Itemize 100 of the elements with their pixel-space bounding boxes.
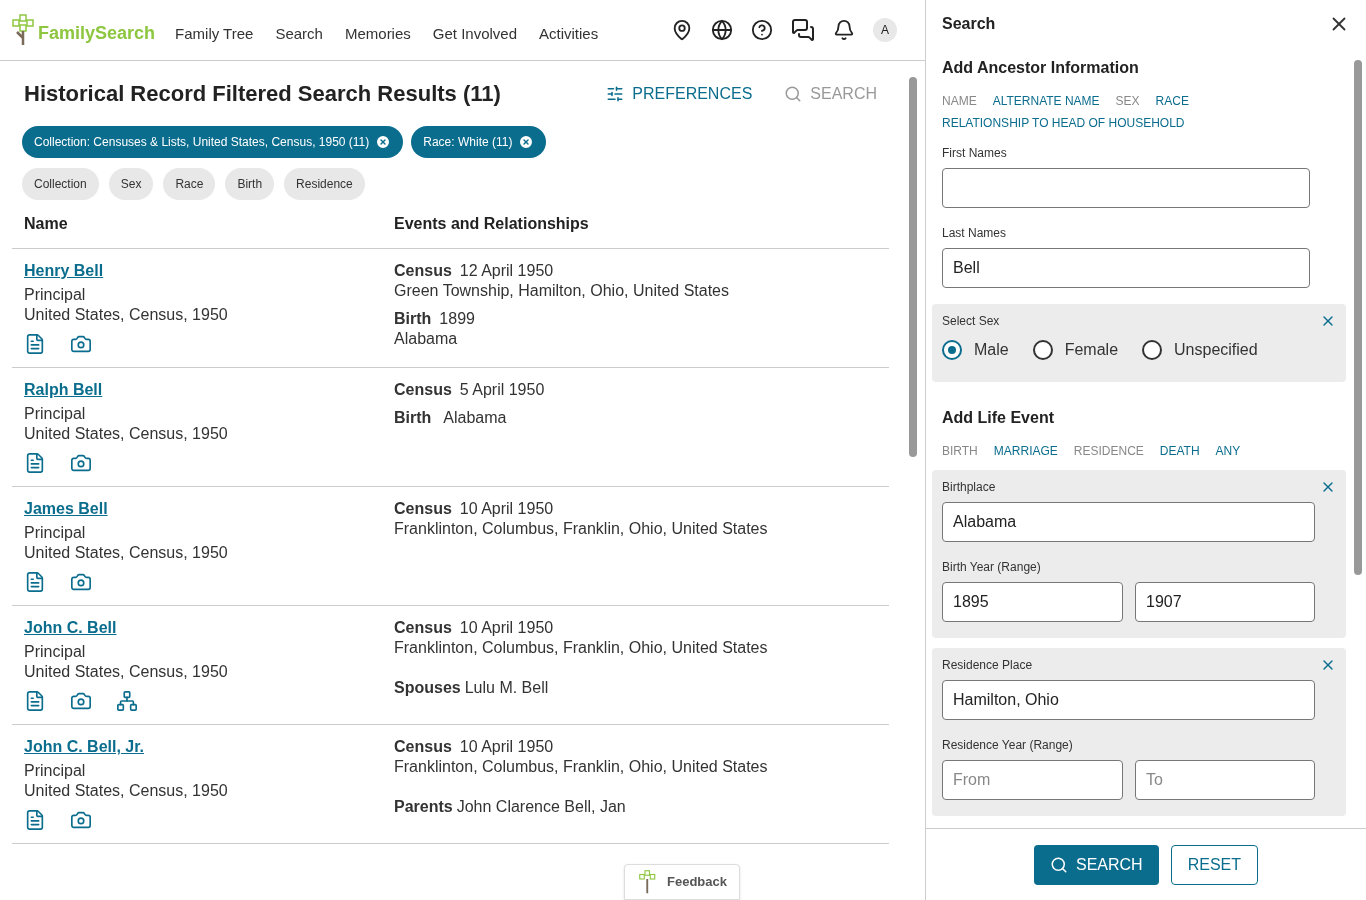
globe-icon[interactable] xyxy=(711,19,733,41)
last-names-field[interactable]: Bell xyxy=(942,248,1310,288)
avatar[interactable]: A xyxy=(873,18,897,42)
tree-link-icon[interactable] xyxy=(116,690,138,712)
event-date: 10 April 1950 xyxy=(459,618,554,638)
remove-filter-icon[interactable] xyxy=(375,134,392,150)
record-document-icon[interactable] xyxy=(24,571,46,593)
add-field-link[interactable]: BIRTH xyxy=(942,442,978,460)
filter-button[interactable]: Birth xyxy=(225,168,275,200)
active-filter-chip[interactable]: Collection: Censuses & Lists, United States, Census, 1950 (11) xyxy=(22,126,404,158)
first-names-field[interactable] xyxy=(942,168,1310,208)
event-place: Alabama xyxy=(394,329,459,349)
preferences-button[interactable]: PREFERENCES xyxy=(606,81,753,106)
record-collection: United States, Census, 1950 xyxy=(24,305,229,325)
record-image-icon[interactable] xyxy=(70,690,92,712)
record-role: Principal xyxy=(24,761,87,781)
event-type: Birth xyxy=(394,408,432,428)
column-header: Name xyxy=(24,214,69,234)
to-year-field[interactable]: To xyxy=(1135,760,1315,800)
filter-button[interactable]: Residence xyxy=(284,168,365,200)
event-type: Census xyxy=(394,499,452,519)
record-role: Principal xyxy=(24,285,87,305)
add-field-link[interactable]: ANY xyxy=(1215,442,1241,460)
record-name-link[interactable]: John C. Bell xyxy=(24,618,117,638)
add-field-link[interactable]: NAME xyxy=(942,92,977,110)
record-name-link[interactable]: John C. Bell, Jr. xyxy=(24,737,145,757)
reset-button[interactable]: RESET xyxy=(1170,844,1258,885)
record-image-icon[interactable] xyxy=(70,809,92,831)
to-year-field[interactable]: 1907 xyxy=(1135,582,1315,622)
add-field-link[interactable]: SEX xyxy=(1115,92,1140,110)
active-filter-chip[interactable]: Race: White (11) xyxy=(411,126,547,158)
section-heading: Add Ancestor Information xyxy=(941,58,1140,78)
event-type: Census xyxy=(394,618,452,638)
event-date: 5 April 1950 xyxy=(459,380,545,400)
from-year-field[interactable]: From xyxy=(942,760,1123,800)
field-label: Select Sex xyxy=(942,313,1000,330)
record-document-icon[interactable] xyxy=(24,690,46,712)
field-label: Last Names xyxy=(941,225,1008,242)
nav-link[interactable]: Family Tree xyxy=(175,22,254,46)
radio-button[interactable] xyxy=(942,340,962,360)
notification-icon[interactable] xyxy=(833,19,855,41)
chat-icon[interactable] xyxy=(791,18,815,42)
record-document-icon[interactable] xyxy=(24,333,46,355)
event-date: 10 April 1950 xyxy=(459,499,554,519)
record-document-icon[interactable] xyxy=(24,809,46,831)
add-field-link[interactable]: MARRIAGE xyxy=(993,442,1058,460)
event-date: 1899 xyxy=(439,309,475,329)
add-field-link[interactable]: RELATIONSHIP TO HEAD OF HOUSEHOLD xyxy=(942,114,1185,132)
search-icon xyxy=(784,84,803,103)
radio-button[interactable] xyxy=(1032,340,1053,360)
radio-button[interactable] xyxy=(1142,340,1163,360)
page-title: Historical Record Filtered Search Results (11) xyxy=(24,80,501,108)
radio-label: Unspecified xyxy=(1174,340,1258,360)
record-name-link[interactable]: Ralph Bell xyxy=(24,380,103,400)
record-image-icon[interactable] xyxy=(70,452,92,474)
from-year-field[interactable]: 1895 xyxy=(942,582,1123,622)
record-collection: United States, Census, 1950 xyxy=(24,781,229,801)
field-label: Residence Year (Range) xyxy=(942,737,1074,754)
place-field[interactable]: Hamilton, Ohio xyxy=(942,680,1315,720)
filter-button[interactable]: Sex xyxy=(108,168,154,200)
record-collection: United States, Census, 1950 xyxy=(24,424,229,444)
column-header: Events and Relationships xyxy=(394,214,589,234)
radio-label: Female xyxy=(1064,340,1119,360)
help-icon[interactable] xyxy=(751,19,773,41)
record-image-icon[interactable] xyxy=(70,571,92,593)
record-image-icon[interactable] xyxy=(70,333,92,355)
section-heading: Add Life Event xyxy=(941,408,1055,428)
field-label: Birthplace xyxy=(942,479,996,496)
sliders-icon xyxy=(606,84,625,103)
add-field-link[interactable]: RACE xyxy=(1155,92,1189,110)
relationship-type: Spouses xyxy=(394,678,461,698)
event-place: Alabama xyxy=(443,408,507,428)
filter-button[interactable]: Race xyxy=(163,168,216,200)
nav-link[interactable]: Get Involved xyxy=(432,22,518,46)
field-label: Birth Year (Range) xyxy=(942,559,1042,576)
add-field-link[interactable]: ALTERNATE NAME xyxy=(992,92,1100,110)
relationship-type: Parents xyxy=(394,797,453,817)
location-pin-icon[interactable] xyxy=(671,19,693,41)
add-field-link[interactable]: RESIDENCE xyxy=(1073,442,1144,460)
remove-filter-icon[interactable] xyxy=(518,134,535,150)
event-place: Franklinton, Columbus, Franklin, Ohio, United States xyxy=(394,519,769,539)
feedback-button[interactable]: Feedback xyxy=(624,864,740,900)
place-field[interactable]: Alabama xyxy=(942,502,1315,542)
event-type: Census xyxy=(394,737,452,757)
event-place: Franklinton, Columbus, Franklin, Ohio, United States xyxy=(394,757,769,777)
record-name-link[interactable]: James Bell xyxy=(24,499,108,519)
relationship-names: Lulu M. Bell xyxy=(464,678,549,698)
event-type: Census xyxy=(394,380,452,400)
radio-label: Male xyxy=(974,340,1009,360)
panel-title: Search xyxy=(942,14,996,34)
record-name-link[interactable]: Henry Bell xyxy=(24,261,104,281)
nav-link[interactable]: Activities xyxy=(539,22,599,46)
record-document-icon[interactable] xyxy=(24,452,46,474)
filter-button[interactable]: Collection xyxy=(22,168,99,200)
search-button[interactable]: SEARCH xyxy=(1034,844,1159,885)
event-date: 10 April 1950 xyxy=(459,737,554,757)
add-field-link[interactable]: DEATH xyxy=(1159,442,1200,460)
nav-link[interactable]: Memories xyxy=(344,22,411,46)
event-type: Census xyxy=(394,261,452,281)
nav-link[interactable]: Search xyxy=(275,22,323,46)
